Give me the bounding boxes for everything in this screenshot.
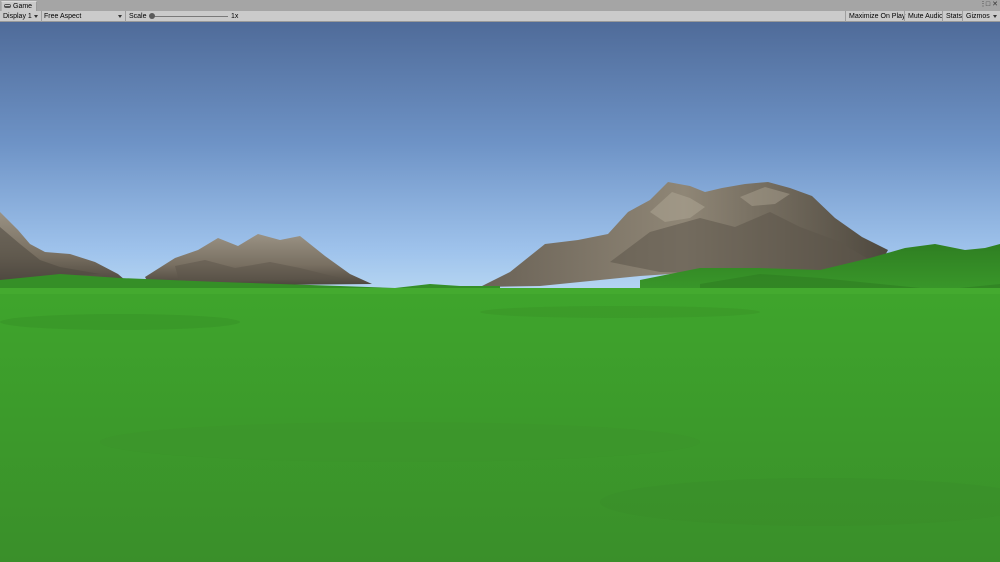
game-toolbar: Display 1 Free Aspect Scale 1x Maximize … xyxy=(0,11,1000,22)
game-window: Game ⋮ □ ✕ Display 1 Free Aspect Scale 1… xyxy=(0,0,1000,562)
chevron-down-icon xyxy=(118,15,122,18)
scale-label: Scale xyxy=(129,12,147,20)
close-icon[interactable]: ✕ xyxy=(991,1,999,9)
game-scene xyxy=(0,22,1000,562)
scale-value: 1x xyxy=(231,12,239,20)
scale-slider[interactable] xyxy=(152,16,228,17)
tab-label: Game xyxy=(13,2,33,10)
chevron-down-icon xyxy=(993,15,997,18)
scale-slider-thumb[interactable] xyxy=(149,13,155,19)
display-dropdown[interactable]: Display 1 xyxy=(0,11,42,22)
tab-game[interactable]: Game xyxy=(1,1,37,11)
display-label: Display 1 xyxy=(3,12,32,20)
chevron-down-icon xyxy=(34,15,38,18)
game-viewport[interactable] xyxy=(0,22,1000,562)
aspect-dropdown[interactable]: Free Aspect xyxy=(42,11,126,22)
maximize-on-play-toggle[interactable]: Maximize On Play xyxy=(845,11,908,22)
gizmos-label: Gizmos xyxy=(966,12,990,20)
gamepad-icon xyxy=(4,4,11,9)
gizmos-dropdown[interactable]: Gizmos xyxy=(962,11,1000,22)
mute-audio-toggle[interactable]: Mute Audio xyxy=(904,11,946,22)
aspect-label: Free Aspect xyxy=(44,12,82,20)
